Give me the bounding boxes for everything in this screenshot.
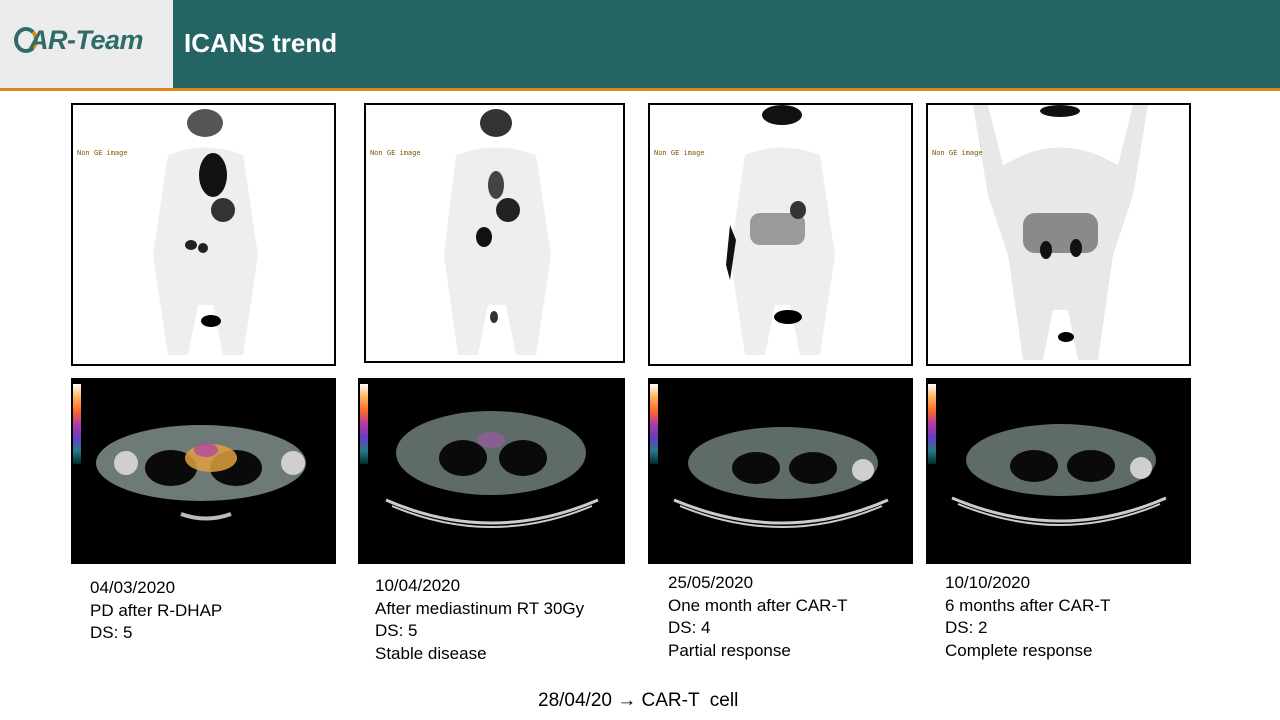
color-scale-bar <box>73 384 81 464</box>
caption-line2: DS: 5 <box>90 623 133 642</box>
infusion-date: 28/04/20 <box>538 690 612 711</box>
pet-scan-4: Non GE image <box>926 103 1191 366</box>
car-team-logo: AR-Team <box>14 25 144 56</box>
pet-scan-tag: Non GE image <box>370 149 421 157</box>
logo-text: AR-Team <box>29 25 144 55</box>
pet-scan-tag: Non GE image <box>654 149 705 157</box>
body-silhouette-icon <box>153 109 258 355</box>
caption-date: 25/05/2020 <box>668 573 754 592</box>
timepoint-caption-3: 25/05/2020 One month after CAR-T DS: 4 P… <box>668 572 848 662</box>
ct-slice-4 <box>926 378 1191 564</box>
body-silhouette-icon <box>444 109 551 355</box>
infusion-label: CAR-T cell <box>641 690 739 711</box>
caption-date: 04/03/2020 <box>90 578 176 597</box>
pet-scan-tag: Non GE image <box>77 149 128 157</box>
axial-slice-icon <box>673 427 889 528</box>
timepoint-caption-4: 10/10/2020 6 months after CAR-T DS: 2 Co… <box>945 572 1110 662</box>
caption-date: 10/10/2020 <box>945 573 1031 592</box>
caption-line3: Complete response <box>945 640 1093 660</box>
pet-scan-tag: Non GE image <box>932 149 983 157</box>
axial-slice-icon <box>385 411 599 528</box>
caption-line1: 6 months after CAR-T <box>945 595 1111 615</box>
color-scale-bar <box>928 384 936 464</box>
caption-line2: DS: 2 <box>945 618 988 637</box>
caption-line1: After mediastinum RT 30Gy <box>375 598 585 618</box>
caption-line2: DS: 5 <box>375 621 418 640</box>
axial-slice-icon <box>951 424 1167 526</box>
caption-line3: Partial response <box>668 640 791 660</box>
arrow-right-icon: → <box>617 690 637 711</box>
slide-title: ICANS trend <box>184 28 338 58</box>
ct-slice-2 <box>358 378 625 564</box>
caption-line2: DS: 4 <box>668 618 711 637</box>
body-silhouette-icon <box>726 105 835 355</box>
car-t-infusion-note: 28/04/20 → CAR-T cell <box>538 690 738 712</box>
pet-scan-2: Non GE image <box>364 103 625 363</box>
ct-slice-1 <box>71 378 336 564</box>
pet-scan-3: Non GE image <box>648 103 913 366</box>
color-scale-bar <box>360 384 368 464</box>
ct-slice-3 <box>648 378 913 564</box>
logo-area: AR-Team <box>0 0 173 88</box>
pet-scan-1: Non GE image <box>71 103 336 366</box>
color-scale-bar <box>650 384 658 464</box>
caption-line1: One month after CAR-T <box>668 595 848 615</box>
caption-date: 10/04/2020 <box>375 576 461 595</box>
caption-line1: PD after R-DHAP <box>90 600 223 620</box>
axial-slice-icon <box>96 425 306 521</box>
timepoint-caption-2: 10/04/2020 After mediastinum RT 30Gy DS:… <box>375 575 584 665</box>
body-silhouette-icon <box>973 105 1148 360</box>
header-divider <box>0 88 1280 91</box>
timepoint-caption-1: 04/03/2020 PD after R-DHAP DS: 5 <box>90 577 222 645</box>
caption-line3: Stable disease <box>375 643 487 663</box>
